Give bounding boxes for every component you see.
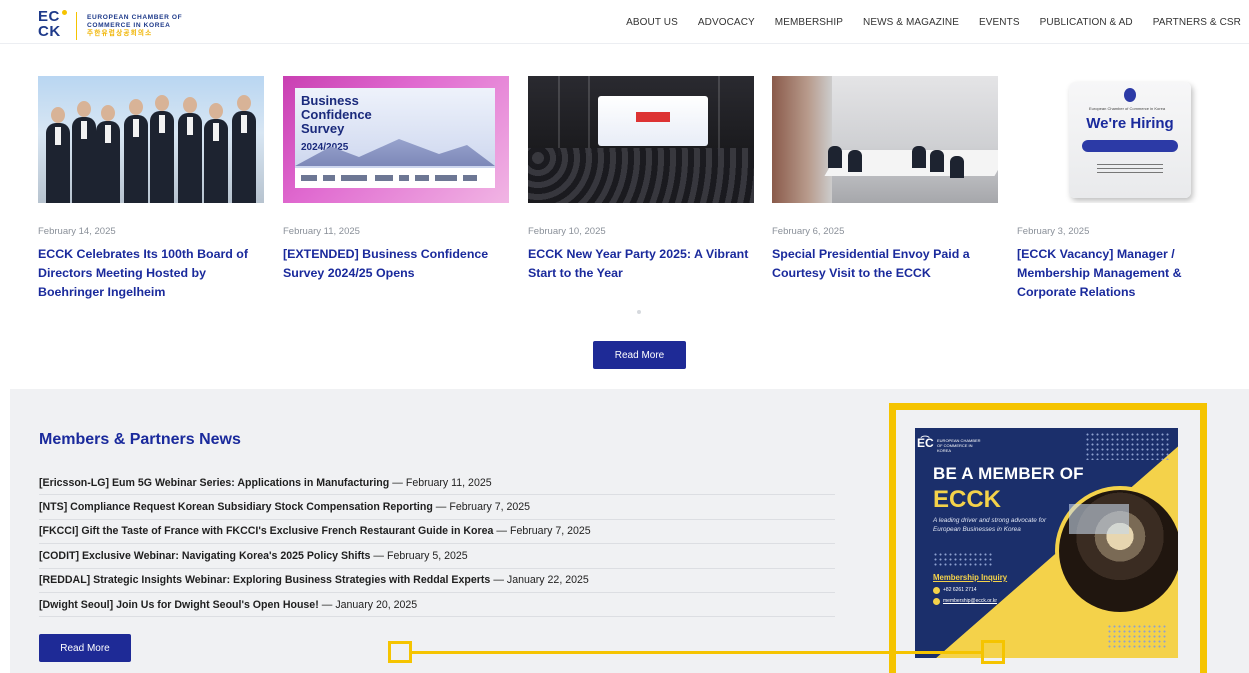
nav-about-us[interactable]: ABOUT US <box>626 17 678 28</box>
list-item-date: February 11, 2025 <box>405 476 492 489</box>
person-icon <box>1124 88 1136 102</box>
news-read-more-button[interactable]: Read More <box>593 341 686 369</box>
news-card-title[interactable]: [EXTENDED] Business Confidence Survey 20… <box>283 245 509 283</box>
news-card-date: February 10, 2025 <box>528 226 606 237</box>
news-card-title[interactable]: ECCK New Year Party 2025: A Vibrant Star… <box>528 245 754 283</box>
list-item[interactable]: [FKCCI] Gift the Taste of France with FK… <box>39 520 835 545</box>
list-item[interactable]: [REDDAL] Strategic Insights Webinar: Exp… <box>39 569 835 593</box>
logo-text: EUROPEAN CHAMBER OF COMMERCE IN KOREA 주한… <box>87 14 183 37</box>
news-card-date: February 11, 2025 <box>283 226 360 237</box>
sponsor-logos <box>295 168 495 188</box>
news-card-title[interactable]: Special Presidential Envoy Paid a Courte… <box>772 245 998 283</box>
news-card-title[interactable]: ECCK Celebrates Its 100th Board of Direc… <box>38 245 264 302</box>
nav-advocacy[interactable]: ADVOCACY <box>698 17 755 28</box>
list-item-date: February 5, 2025 <box>387 549 468 562</box>
section-title: Members & Partners News <box>39 431 241 448</box>
list-item[interactable]: [Dwight Seoul] Join Us for Dwight Seoul'… <box>39 593 835 618</box>
highlight-marker-left <box>388 641 412 663</box>
highlight-marker-right <box>981 640 1005 664</box>
nav-publication-ad[interactable]: PUBLICATION & AD <box>1040 17 1133 28</box>
news-card[interactable]: February 10, 2025 ECCK New Year Party 20… <box>528 76 754 283</box>
news-card-image[interactable]: Business Confidence Survey 2024/2025 <box>283 76 509 203</box>
list-item-title[interactable]: [Dwight Seoul] Join Us for Dwight Seoul'… <box>39 599 319 611</box>
nav-events[interactable]: EVENTS <box>979 17 1020 28</box>
members-read-more-button[interactable]: Read More <box>39 634 131 662</box>
list-item-title[interactable]: [FKCCI] Gift the Taste of France with FK… <box>39 525 493 537</box>
news-card-date: February 14, 2025 <box>38 226 116 237</box>
members-news-list: [Ericsson-LG] Eum 5G Webinar Series: App… <box>39 471 835 618</box>
list-item-date: January 22, 2025 <box>506 574 589 587</box>
nav-partners-csr[interactable]: PARTNERS & CSR <box>1153 17 1241 28</box>
news-card-image[interactable] <box>38 76 264 203</box>
list-item[interactable]: [NTS] Compliance Request Korean Subsidia… <box>39 495 835 520</box>
list-item-title[interactable]: [NTS] Compliance Request Korean Subsidia… <box>39 501 433 513</box>
news-card-date: February 6, 2025 <box>772 226 845 237</box>
highlight-frame <box>889 403 1207 673</box>
news-card-image[interactable]: European Chamber of Commerce in Korea We… <box>1017 76 1243 203</box>
list-item-title[interactable]: [Ericsson-LG] Eum 5G Webinar Series: App… <box>39 477 389 489</box>
site-header: EC CK EUROPEAN CHAMBER OF COMMERCE IN KO… <box>0 0 1249 44</box>
news-card[interactable]: February 6, 2025 Special Presidential En… <box>772 76 998 283</box>
list-item[interactable]: [Ericsson-LG] Eum 5G Webinar Series: App… <box>39 471 835 496</box>
news-card[interactable]: Business Confidence Survey 2024/2025 Feb… <box>283 76 509 283</box>
logo-divider <box>76 12 77 40</box>
main-nav: ABOUT US ADVOCACY MEMBERSHIP NEWS & MAGA… <box>606 0 1241 44</box>
news-card-image[interactable] <box>772 76 998 203</box>
list-item-title[interactable]: [CODIT] Exclusive Webinar: Navigating Ko… <box>39 550 370 562</box>
nav-news-magazine[interactable]: NEWS & MAGAZINE <box>863 17 959 28</box>
news-card-date: February 3, 2025 <box>1017 226 1090 237</box>
logo-mark: EC CK <box>38 9 68 42</box>
list-item-date: January 20, 2025 <box>335 598 418 611</box>
logo-dot-icon <box>62 10 67 15</box>
list-item-title[interactable]: [REDDAL] Strategic Insights Webinar: Exp… <box>39 574 490 586</box>
news-carousel: February 14, 2025 ECCK Celebrates Its 10… <box>38 76 1243 316</box>
list-item-date: February 7, 2025 <box>449 501 531 514</box>
news-card-image[interactable] <box>528 76 754 203</box>
list-item-date: February 7, 2025 <box>510 525 591 538</box>
highlight-connector-line <box>410 651 983 654</box>
news-card-title[interactable]: [ECCK Vacancy] Manager / Membership Mana… <box>1017 245 1243 302</box>
list-item[interactable]: [CODIT] Exclusive Webinar: Navigating Ko… <box>39 544 835 569</box>
news-card[interactable]: European Chamber of Commerce in Korea We… <box>1017 76 1243 302</box>
carousel-dot[interactable] <box>637 310 641 314</box>
ecck-logo[interactable]: EC CK EUROPEAN CHAMBER OF COMMERCE IN KO… <box>38 9 183 42</box>
news-card[interactable]: February 14, 2025 ECCK Celebrates Its 10… <box>38 76 264 302</box>
nav-membership[interactable]: MEMBERSHIP <box>775 17 843 28</box>
